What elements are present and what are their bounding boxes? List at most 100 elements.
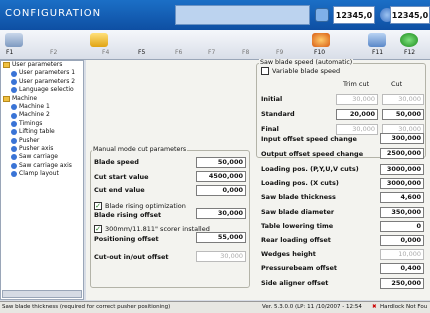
blade-speed-input[interactable]: 50,000 xyxy=(196,157,246,168)
node-icon xyxy=(11,104,17,111)
input-change-label: Input offset speed change xyxy=(261,135,357,143)
scorer-checkbox[interactable]: ✓ xyxy=(94,225,102,233)
status-hardlock: Hardlock Not Fou xyxy=(380,304,428,310)
folder-icon[interactable] xyxy=(90,33,108,47)
cut-end-label: Cut end value xyxy=(94,186,145,194)
tree-item[interactable]: Language selectio xyxy=(1,86,83,94)
fkey-f8[interactable]: F8 xyxy=(242,49,249,56)
fkey-f10[interactable]: F10 xyxy=(314,49,325,56)
fkey-f12[interactable]: F12 xyxy=(404,49,415,56)
node-icon xyxy=(11,171,17,178)
tree-horizontal-scrollbar[interactable] xyxy=(2,290,82,298)
output-change-input[interactable]: 2500,000 xyxy=(380,148,424,159)
tree-item[interactable]: Pusher xyxy=(1,137,83,145)
cut-speed-input[interactable]: 50,000 xyxy=(382,109,424,120)
fkey-f6[interactable]: F6 xyxy=(175,49,182,56)
auto-speed-title: Saw blade speed (automatic) xyxy=(259,59,354,66)
tree-item[interactable]: Machine xyxy=(1,95,83,103)
fkey-f7[interactable]: F7 xyxy=(208,49,215,56)
param-input[interactable]: 3000,000 xyxy=(380,178,424,190)
param-input[interactable]: 250,000 xyxy=(380,277,424,289)
tree-item[interactable]: Machine 1 xyxy=(1,103,83,111)
tree-item-label: Language selectio xyxy=(19,86,74,94)
param-input[interactable]: 0,000 xyxy=(380,235,424,246)
param-input[interactable]: 350,000 xyxy=(380,206,424,218)
output-change-label: Output offset speed change xyxy=(261,150,364,158)
tree-item-label: Machine 2 xyxy=(19,111,50,119)
positioning-input[interactable]: 55,000 xyxy=(196,232,246,243)
tree-item-label: Machine xyxy=(12,94,38,102)
trim-speed-input[interactable]: 30,000 xyxy=(336,124,378,135)
user-icon[interactable] xyxy=(312,33,330,47)
param-label: Loading pos. (P,Y,U,V cuts) xyxy=(261,165,359,173)
node-icon xyxy=(11,154,17,161)
node-icon xyxy=(11,78,17,85)
fkey-f1[interactable]: F1 xyxy=(6,49,13,56)
trim-speed-input[interactable]: 20,000 xyxy=(336,109,378,120)
cut-end-input[interactable]: 0,000 xyxy=(196,185,246,196)
param-label: Pressurebeam offset xyxy=(261,264,337,273)
hardlock-icon: ✖ xyxy=(372,304,377,310)
fkey-f9[interactable]: F9 xyxy=(276,49,283,56)
tree-item-label: Pusher axis xyxy=(19,144,54,152)
node-icon xyxy=(11,112,17,119)
cut-speed-input[interactable]: 30,000 xyxy=(382,94,424,105)
variable-speed-checkbox[interactable] xyxy=(261,67,269,75)
fkey-f4[interactable]: F4 xyxy=(102,49,109,56)
param-input[interactable]: 0 xyxy=(380,220,424,232)
param-label: Rear loading offset xyxy=(261,236,331,244)
variable-speed-label: Variable blade speed xyxy=(272,67,341,75)
speed-row-label: Final xyxy=(261,125,279,133)
node-icon xyxy=(11,137,17,144)
rising-offset-label: Blade rising offset xyxy=(94,211,162,219)
param-input[interactable]: 3000,000 xyxy=(380,164,424,175)
param-input[interactable]: 10,000 xyxy=(380,249,424,261)
tree-item-label: User parameters xyxy=(12,61,63,68)
blade-rising-checkbox[interactable]: ✓ xyxy=(94,202,102,210)
param-label: Wedges height xyxy=(261,250,316,259)
tree-item[interactable]: Clamp layout xyxy=(1,170,83,178)
tree-item[interactable]: User parameters 1 xyxy=(1,69,83,77)
tree-item-label: Clamp layout xyxy=(19,170,59,178)
param-label: Side aligner offset xyxy=(261,278,329,287)
tree-item[interactable]: Machine 2 xyxy=(1,111,83,119)
fkey-f2[interactable]: F2 xyxy=(50,49,57,56)
folder-icon xyxy=(3,62,10,69)
rising-offset-input[interactable]: 30,000 xyxy=(196,208,246,219)
tree-item[interactable]: Lifting table xyxy=(1,128,83,136)
tree-item-label: Machine 1 xyxy=(19,102,50,110)
fkey-f11[interactable]: F11 xyxy=(372,49,383,56)
calculator-icon[interactable] xyxy=(315,8,329,22)
node-icon xyxy=(11,146,17,153)
node-icon xyxy=(11,70,17,77)
save-icon[interactable] xyxy=(5,33,23,47)
positioning-label: Positioning offset xyxy=(94,235,159,243)
tree-item[interactable]: User parameters xyxy=(1,61,83,69)
tree-item[interactable]: User parameters 2 xyxy=(1,78,83,86)
input-change-input[interactable]: 300,000 xyxy=(380,133,424,144)
configuration-panel: Manual mode cut parameters Blade speed 5… xyxy=(86,59,430,300)
tree-item[interactable]: Saw carriage axis xyxy=(1,162,83,170)
tree-item[interactable]: Saw carriage xyxy=(1,153,83,161)
fkey-f5[interactable]: F5 xyxy=(138,49,145,56)
tree-item[interactable]: Pusher axis xyxy=(1,145,83,153)
tree-item[interactable]: Timings xyxy=(1,120,83,128)
tree-item-label: User parameters 1 xyxy=(19,69,76,77)
param-label: Saw blade diameter xyxy=(261,207,335,216)
window-title: CONFIGURATION xyxy=(5,8,102,19)
arrow-left-icon[interactable] xyxy=(400,33,418,47)
blade-speed-label: Blade speed xyxy=(94,158,139,166)
tree-item-label: Timings xyxy=(19,119,43,127)
node-icon xyxy=(11,162,17,169)
tree-item-label: Saw carriage axis xyxy=(19,161,72,169)
cutout-input[interactable]: 30,000 xyxy=(196,251,246,262)
tree-item-label: User parameters 2 xyxy=(19,77,76,85)
cutout-label: Cut-out in/out offset xyxy=(94,253,169,261)
screen-icon[interactable] xyxy=(368,33,386,47)
trim-speed-input[interactable]: 30,000 xyxy=(336,94,378,105)
speed-row-label: Standard xyxy=(261,110,295,118)
cut-start-input[interactable]: 4500,000 xyxy=(196,171,246,182)
navigation-tree: User parameters User parameters 1 User par… xyxy=(0,60,84,300)
param-input[interactable]: 0,400 xyxy=(380,263,424,275)
param-input[interactable]: 4,600 xyxy=(380,192,424,204)
